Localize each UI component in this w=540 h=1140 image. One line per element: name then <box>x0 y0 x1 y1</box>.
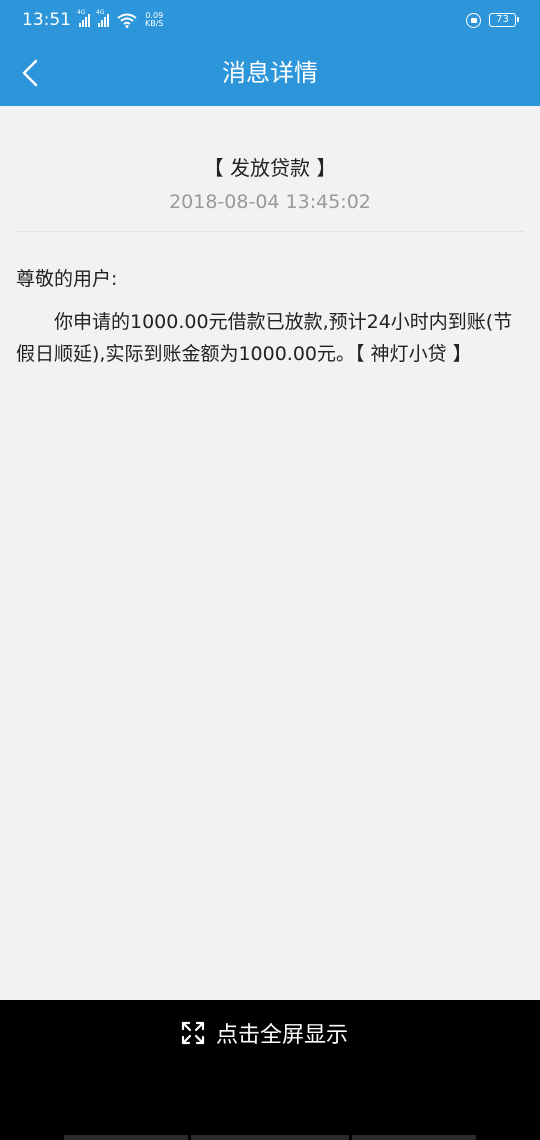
message-title: 【 发放贷款 】 <box>203 156 337 180</box>
signal-icon: 4G <box>96 9 109 27</box>
message-greeting: 尊敬的用户: <box>16 268 118 290</box>
status-right: 73 <box>466 12 519 28</box>
network-tag: 4G <box>77 8 86 16</box>
message-body: 你申请的1000.00元借款已放款,预计24小时内到账(节假日顺延),实际到账金… <box>16 311 513 365</box>
status-bar: 13:51 4G 4G 0.09 KB/S 73 <box>0 0 540 40</box>
network-speed: 0.09 KB/S <box>145 12 164 28</box>
message-time: 2018-08-04 13:45:02 <box>169 191 371 213</box>
fullscreen-label: 点击全屏显示 <box>216 1023 349 1048</box>
bottom-bar: 点击全屏显示 <box>0 1000 540 1140</box>
navbar: 消息详情 <box>0 40 540 106</box>
battery-icon: 73 <box>489 13 519 27</box>
message-header: 【 发放贷款 】 2018-08-04 13:45:02 <box>16 106 524 232</box>
status-time: 13:51 <box>22 10 71 30</box>
fullscreen-button[interactable]: 点击全屏显示 <box>180 1016 348 1050</box>
network-indicators: 4G 4G 0.09 KB/S <box>77 9 164 28</box>
network-tag: 4G <box>96 8 105 16</box>
page-title: 消息详情 <box>222 59 318 87</box>
nav-indicators <box>0 1135 540 1140</box>
lock-icon <box>466 12 481 28</box>
speed-unit: KB/S <box>145 19 164 28</box>
signal-icon: 4G <box>77 9 90 27</box>
message-detail: 【 发放贷款 】 2018-08-04 13:45:02 尊敬的用户: 你申请的… <box>0 106 540 1000</box>
battery-level: 73 <box>496 14 509 25</box>
expand-icon <box>181 1021 205 1045</box>
wifi-icon <box>117 13 137 28</box>
